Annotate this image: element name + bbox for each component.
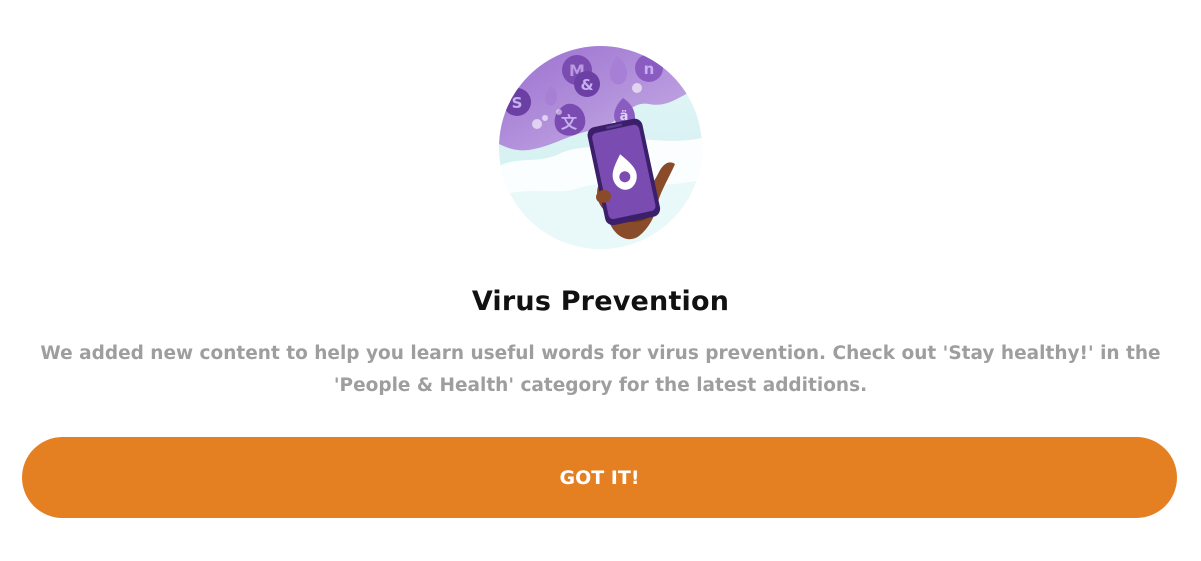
- hero-illustration: M & n S 文 ä: [499, 46, 702, 249]
- svg-text:S: S: [512, 94, 523, 112]
- content-update-dialog: M & n S 文 ä Virus Prevention We added ne…: [0, 0, 1201, 561]
- svg-text:文: 文: [561, 113, 578, 132]
- got-it-button[interactable]: GOT IT!: [22, 437, 1177, 518]
- dialog-title: Virus Prevention: [471, 286, 730, 317]
- svg-text:&: &: [580, 76, 593, 94]
- svg-text:n: n: [644, 60, 655, 78]
- dialog-message: We added new content to help you learn u…: [40, 343, 1161, 396]
